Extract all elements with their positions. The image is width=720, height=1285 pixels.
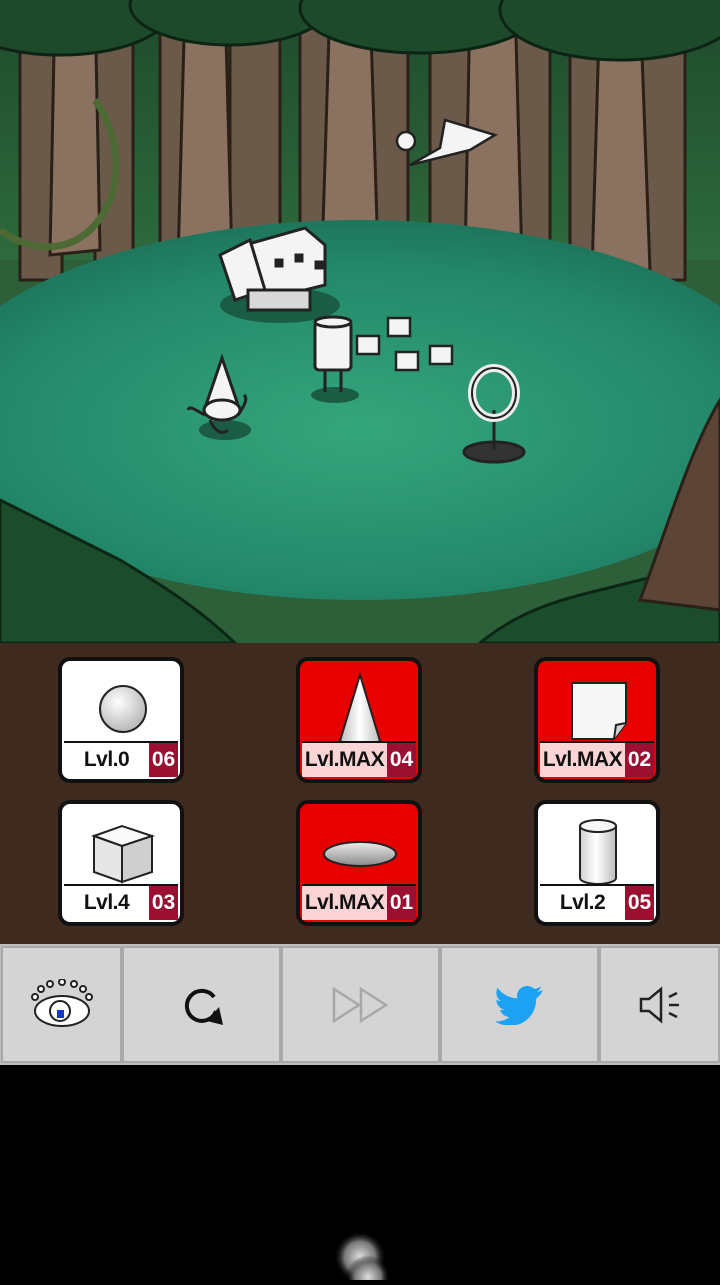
shape-level-label: Lvl.MAX	[540, 741, 625, 777]
paper-icon	[571, 682, 627, 740]
restart-icon	[184, 988, 223, 1025]
shape-count-badge: 01	[387, 884, 416, 920]
shape-level-label: Lvl.0	[64, 741, 149, 777]
shape-level-label: Lvl.2	[540, 884, 625, 920]
shape-card-cylinder[interactable]: Lvl.2 05	[534, 800, 660, 926]
eye-logo-button[interactable]	[1, 946, 122, 1063]
shape-level-label: Lvl.MAX	[302, 741, 387, 777]
game-scene[interactable]	[0, 0, 720, 645]
disc-icon	[323, 841, 397, 867]
forest-background	[0, 0, 720, 645]
glow-orb-icon	[334, 1231, 390, 1285]
shape-card-cone[interactable]: Lvl.MAX 04	[296, 657, 422, 783]
bottom-toolbar	[0, 944, 720, 1065]
sphere-icon	[99, 685, 147, 733]
fast-forward-button[interactable]	[281, 946, 440, 1063]
shape-level-label: Lvl.4	[64, 884, 149, 920]
shape-count-badge: 06	[149, 741, 178, 777]
shape-count-badge: 04	[387, 741, 416, 777]
shape-card-sphere[interactable]: Lvl.0 06	[58, 657, 184, 783]
twitter-button[interactable]	[440, 946, 599, 1063]
twitter-icon	[495, 985, 543, 1025]
cylinder-walker	[311, 315, 359, 403]
shape-count-badge: 03	[149, 884, 178, 920]
fast-forward-icon	[332, 986, 388, 1023]
shape-card-paper[interactable]: Lvl.MAX 02	[534, 657, 660, 783]
shape-selection-panel: Lvl.0 06 Lvl.MAX 04 Lvl.MAX 02 Lvl.4 03	[0, 643, 720, 944]
shape-card-cube[interactable]: Lvl.4 03	[58, 800, 184, 926]
cone-icon	[338, 671, 382, 745]
shape-count-badge: 05	[625, 884, 654, 920]
empty-bottom-area	[0, 1065, 720, 1285]
speaker-icon	[639, 985, 679, 1024]
sound-toggle-button[interactable]	[599, 946, 720, 1063]
cylinder-icon	[579, 819, 617, 885]
cube-icon	[91, 824, 156, 884]
shape-card-disc[interactable]: Lvl.MAX 01	[296, 800, 422, 926]
restart-button[interactable]	[122, 946, 281, 1063]
shape-count-badge: 02	[625, 741, 654, 777]
eye-logo-icon	[30, 978, 93, 1027]
shape-level-label: Lvl.MAX	[302, 884, 387, 920]
